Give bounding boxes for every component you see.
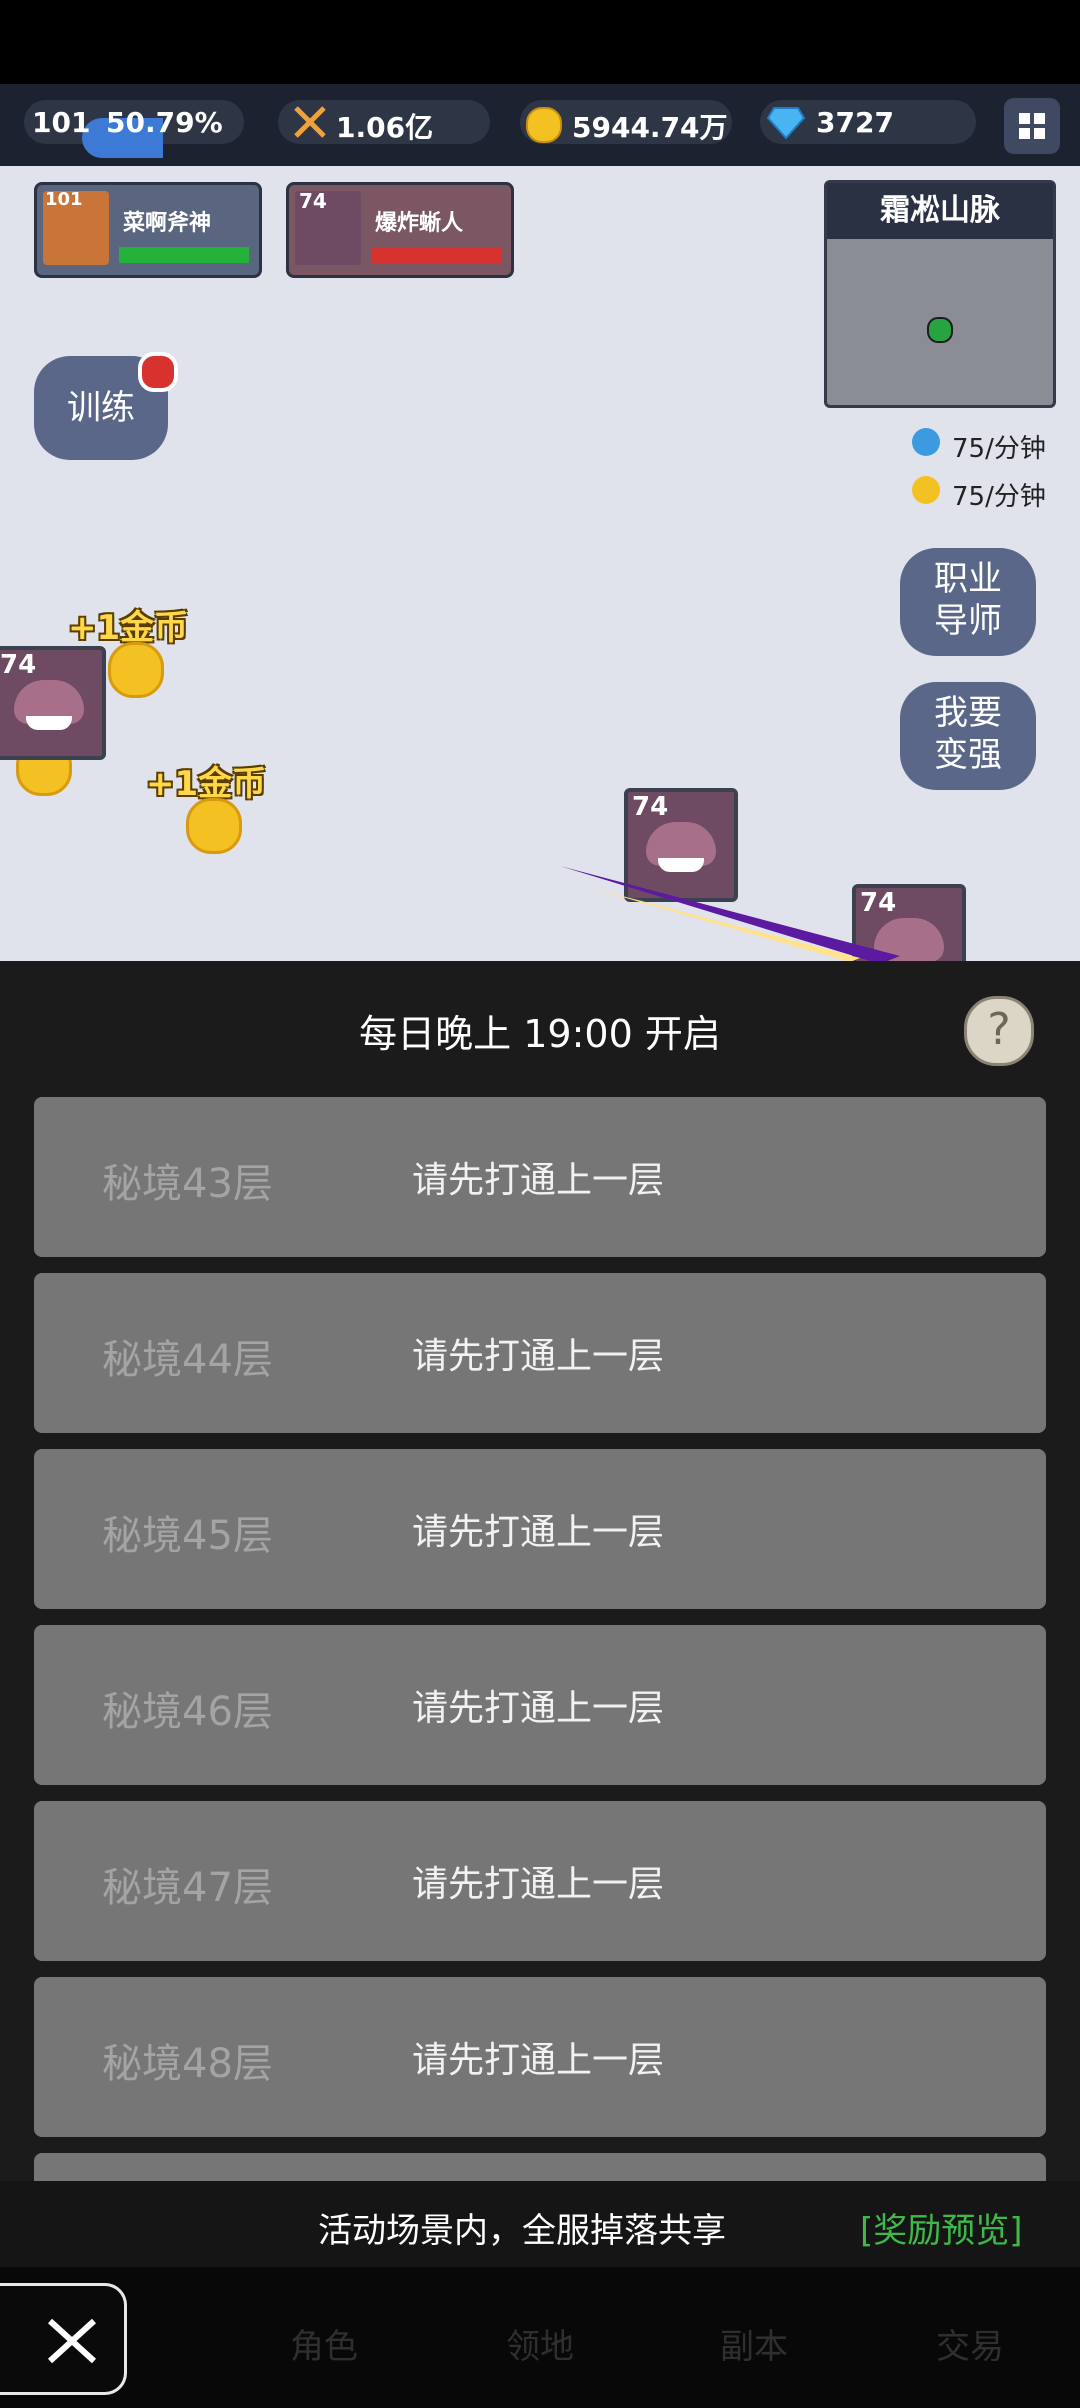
floor-status: 请先打通上一层: [412, 1160, 665, 1201]
target-card[interactable]: 74 爆炸蜥人: [286, 182, 514, 278]
hero-level: 101: [45, 189, 83, 210]
player-level: 101: [32, 106, 91, 139]
floor-status: 请先打通上一层: [412, 2040, 665, 2081]
player-marker-icon: [927, 317, 953, 343]
secret-realm-panel: 每日晚上 19:00 开启 秘境43层 请先打通上一层 秘境44层 请先打通上一…: [0, 961, 1080, 2181]
career-mentor-button[interactable]: 职业 导师: [900, 548, 1036, 656]
nav-trade[interactable]: 交易: [936, 2319, 1004, 2368]
hero-hp-bar: [119, 247, 249, 263]
main-menu-button[interactable]: [1004, 98, 1060, 154]
floor-row[interactable]: 秘境46层 请先打通上一层: [34, 1625, 1046, 1785]
gold-coin-drop[interactable]: [186, 798, 242, 854]
close-button[interactable]: [0, 2283, 127, 2395]
mentor-label-2: 导师: [934, 601, 1002, 641]
slash-effect: [560, 866, 900, 961]
stronger-label-1: 我要: [934, 693, 1002, 733]
combat-power: 1.06亿: [336, 111, 434, 144]
floor-name: 秘境47层: [102, 1865, 273, 1911]
floor-name: 秘境48层: [102, 2041, 273, 2087]
resource-bar: 101 50.79% 1.06亿 5944.74万 3727: [0, 84, 1080, 166]
exp-rate: 75/分钟: [952, 434, 1046, 464]
diamond-amount: 3727: [816, 106, 894, 139]
floor-row[interactable]: 秘境47层 请先打通上一层: [34, 1801, 1046, 1961]
floor-name: 秘境45层: [102, 1513, 273, 1559]
monster-level: 74: [632, 792, 669, 822]
exp-gear-icon: [912, 428, 940, 456]
enemy-hp-bar: [371, 247, 501, 263]
floor-row[interactable]: 秘境44层 请先打通上一层: [34, 1273, 1046, 1433]
hero-name: 菜啊斧神: [123, 211, 212, 236]
monster-level: 74: [0, 650, 37, 680]
floor-row[interactable]: 秘境43层 请先打通上一层: [34, 1097, 1046, 1257]
enemy-monster[interactable]: 74: [0, 646, 106, 760]
gold-coin-icon: [526, 107, 562, 143]
floor-name: 秘境43层: [102, 1161, 273, 1207]
nav-dungeon[interactable]: 副本: [720, 2319, 788, 2368]
reward-preview-link[interactable]: [奖励预览]: [860, 2203, 1023, 2252]
floor-status: 请先打通上一层: [412, 1336, 665, 1377]
grid-icon: [1019, 113, 1045, 139]
floor-row[interactable]: 秘境45层 请先打通上一层: [34, 1449, 1046, 1609]
floor-status: 请先打通上一层: [412, 1864, 665, 1905]
help-icon[interactable]: ?: [964, 996, 1034, 1066]
mentor-label-1: 职业: [934, 559, 1002, 599]
gold-rate-icon: [912, 476, 940, 504]
floor-status: 请先打通上一层: [412, 1688, 665, 1729]
exp-percent: 50.79%: [106, 106, 223, 139]
drop-info-footer: 活动场景内，全服掉落共享 [奖励预览]: [0, 2181, 1080, 2267]
floor-row-partial[interactable]: [34, 2153, 1046, 2181]
floor-status: 请先打通上一层: [412, 1512, 665, 1553]
open-time-header: 每日晚上 19:00 开启: [359, 1012, 721, 1056]
monster-teeth: [26, 716, 72, 730]
bottom-navigation: 角色 领地 副本 交易: [0, 2267, 1080, 2408]
crossed-swords-icon: [294, 106, 326, 138]
floor-name: 秘境46层: [102, 1689, 273, 1735]
notification-dot: [138, 352, 178, 392]
get-stronger-button[interactable]: 我要 变强: [900, 682, 1036, 790]
gold-amount: 5944.74万: [572, 111, 728, 144]
diamond-icon: [766, 107, 806, 140]
floor-name: 秘境44层: [102, 1337, 273, 1383]
stronger-label-2: 变强: [934, 735, 1002, 775]
game-scene[interactable]: 101 菜啊斧神 74 爆炸蜥人 霜凇山脉 75/分钟 75/分钟 训练 职业 …: [0, 166, 1080, 961]
nav-territory[interactable]: 领地: [506, 2319, 574, 2368]
minimap[interactable]: 霜凇山脉: [824, 180, 1056, 408]
close-icon: [47, 2318, 97, 2364]
party-member-card[interactable]: 101 菜啊斧神: [34, 182, 262, 278]
enemy-name: 爆炸蜥人: [375, 211, 464, 236]
floor-row[interactable]: 秘境48层 请先打通上一层: [34, 1977, 1046, 2137]
minimap-title: 霜凇山脉: [827, 183, 1053, 239]
enemy-level: 74: [299, 189, 327, 213]
gold-rate: 75/分钟: [952, 482, 1046, 512]
shared-drop-text: 活动场景内，全服掉落共享: [318, 2211, 726, 2251]
nav-character[interactable]: 角色: [290, 2319, 358, 2368]
gold-coin-drop[interactable]: [108, 642, 164, 698]
